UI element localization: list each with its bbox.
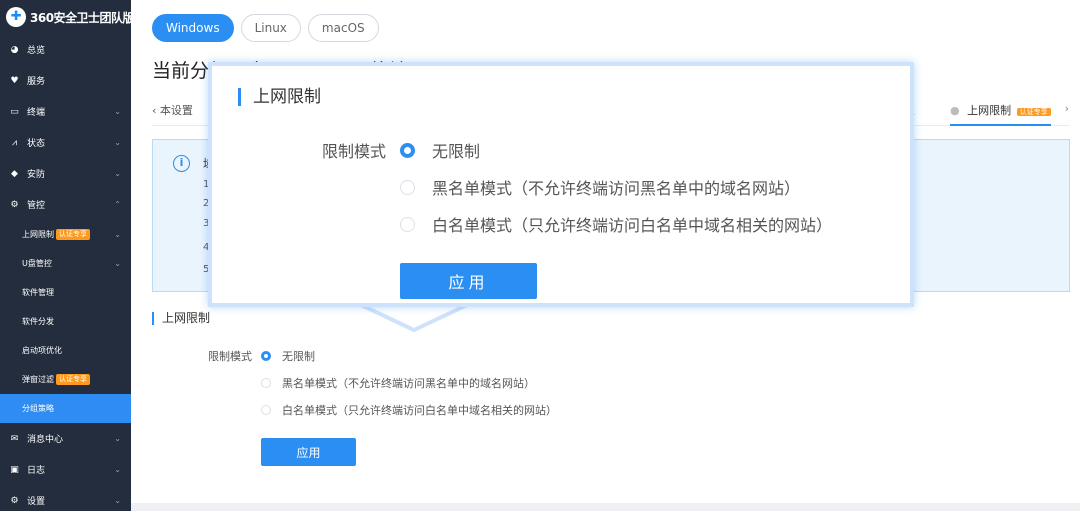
callout-apply-button[interactable]: 应用 [400, 263, 537, 299]
radio-label: 无限制 [432, 142, 481, 161]
radio-unchecked-icon [400, 216, 415, 232]
radio-checked-icon [400, 142, 415, 158]
callout-radio-blacklist[interactable]: 黑名单模式（不允许终端访问黑名单中的域名网站） [400, 175, 800, 199]
zoom-callout: 上网限制 限制模式 无限制 黑名单模式（不允许终端访问黑名单中的域名网站） 白名… [212, 66, 910, 303]
radio-label: 黑名单模式（不允许终端访问黑名单中的域名网站） [432, 179, 801, 198]
radio-label: 白名单模式（只允许终端访问白名单中域名相关的网站） [432, 216, 833, 235]
callout-title: 上网限制 [238, 88, 321, 106]
callout-mode-label: 限制模式 [322, 142, 387, 161]
callout-radio-no-limit[interactable]: 无限制 [400, 138, 480, 162]
radio-unchecked-icon [400, 179, 415, 195]
callout-radio-whitelist[interactable]: 白名单模式（只允许终端访问白名单中域名相关的网站） [400, 212, 832, 236]
